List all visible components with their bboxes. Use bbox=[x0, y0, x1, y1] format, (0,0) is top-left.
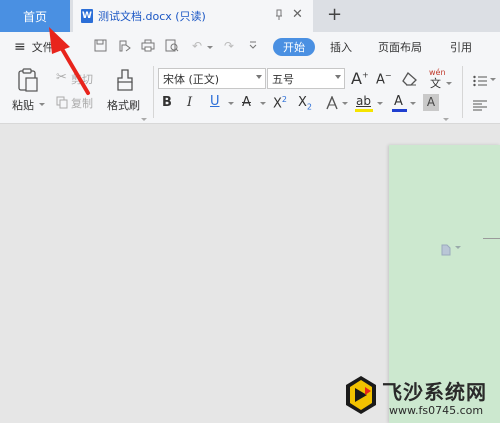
print-icon[interactable] bbox=[141, 39, 155, 53]
tab-home[interactable]: 首页 bbox=[0, 0, 70, 32]
strikethrough-button[interactable]: A bbox=[242, 95, 251, 110]
cut-button[interactable]: ✂ 剪切 bbox=[56, 70, 100, 88]
font-color-button[interactable]: A bbox=[392, 93, 408, 113]
text-effects-icon[interactable] bbox=[325, 95, 339, 114]
word-doc-icon: W bbox=[81, 9, 93, 23]
tab-document[interactable]: W 测试文档.docx (只读) ✕ bbox=[73, 0, 313, 32]
font-color-bar bbox=[392, 109, 407, 112]
paste-label: 粘贴 bbox=[12, 99, 34, 112]
undo-dropdown-icon[interactable] bbox=[207, 46, 213, 49]
chevron-down-icon bbox=[335, 75, 341, 79]
paste-button[interactable]: 粘贴 bbox=[12, 68, 45, 114]
highlight-button[interactable]: ab bbox=[355, 93, 375, 113]
format-painter-label: 格式刷 bbox=[107, 99, 140, 112]
paragraph-mark-dropdown-icon[interactable] bbox=[455, 246, 461, 249]
strikethrough-dropdown-icon[interactable] bbox=[260, 102, 266, 105]
phonetic-dropdown-icon[interactable] bbox=[446, 82, 452, 85]
grow-font-label: A bbox=[351, 69, 362, 88]
save-icon[interactable] bbox=[93, 39, 107, 53]
ribbon-separator bbox=[153, 66, 154, 118]
tab-home-label: 首页 bbox=[22, 9, 47, 24]
site-watermark: 飞沙系统网 www.fs0745.com bbox=[343, 373, 500, 423]
align-left-icon[interactable] bbox=[473, 97, 487, 116]
grow-font-button[interactable]: A+ bbox=[351, 69, 369, 88]
chevron-down-icon bbox=[256, 75, 262, 79]
undo-icon[interactable]: ↶ bbox=[190, 39, 204, 53]
watermark-name: 飞沙系统网 bbox=[382, 380, 487, 404]
bullet-list-dropdown-icon[interactable] bbox=[490, 78, 496, 81]
watermark-logo bbox=[346, 376, 376, 414]
paste-dropdown-icon[interactable] bbox=[39, 103, 45, 106]
tab-insert-label: 插入 bbox=[330, 40, 352, 54]
font-dialog-launcher[interactable] bbox=[443, 118, 449, 121]
file-menu-label: 文件 bbox=[31, 40, 54, 54]
cut-label: 剪切 bbox=[71, 73, 93, 86]
tab-references[interactable]: 引用 bbox=[450, 32, 472, 61]
font-color-icon: A bbox=[394, 94, 403, 109]
text-effects-dropdown-icon[interactable] bbox=[342, 102, 348, 105]
hamburger-icon: ≡ bbox=[14, 38, 26, 55]
tab-start-label: 开始 bbox=[283, 41, 305, 54]
tab-references-label: 引用 bbox=[450, 40, 472, 54]
underline-dropdown-icon[interactable] bbox=[228, 102, 234, 105]
export-pdf-icon[interactable] bbox=[117, 39, 131, 53]
file-menu[interactable]: ≡ 文件 bbox=[14, 32, 54, 61]
clipboard-dialog-launcher[interactable] bbox=[141, 118, 147, 121]
italic-button[interactable]: I bbox=[187, 95, 192, 110]
customize-toolbar-icon[interactable] bbox=[246, 39, 260, 53]
print-preview-icon[interactable] bbox=[165, 39, 179, 53]
eraser-icon[interactable] bbox=[402, 71, 418, 90]
copy-icon bbox=[56, 96, 68, 109]
new-tab-button[interactable]: + bbox=[327, 4, 342, 25]
redo-icon[interactable]: ↷ bbox=[222, 39, 236, 53]
copy-label: 复制 bbox=[71, 97, 93, 110]
phonetic-char-icon: 文 bbox=[430, 77, 441, 90]
watermark-url: www.fs0745.com bbox=[389, 404, 484, 417]
highlight-dropdown-icon[interactable] bbox=[377, 102, 383, 105]
menu-bar: ≡ 文件 ↶ ↷ 插入 页面布局 引用 bbox=[0, 32, 500, 61]
underline-button[interactable]: U bbox=[210, 94, 220, 109]
phonetic-guide-button[interactable]: wén 文 bbox=[428, 68, 454, 90]
copy-button[interactable]: 复制 bbox=[56, 94, 100, 112]
pin-icon[interactable] bbox=[274, 9, 284, 24]
shrink-font-label: A bbox=[376, 72, 385, 88]
font-color-dropdown-icon[interactable] bbox=[410, 102, 416, 105]
margin-guide-line bbox=[483, 238, 500, 239]
subscript-button[interactable]: X2 bbox=[298, 95, 312, 112]
font-size-select[interactable]: 五号 bbox=[267, 68, 345, 89]
char-shading-button[interactable]: A bbox=[423, 94, 439, 111]
paste-icon bbox=[18, 68, 38, 92]
bullet-list-icon[interactable] bbox=[473, 72, 487, 91]
scissors-icon: ✂ bbox=[56, 70, 67, 85]
tab-document-title: 测试文档.docx (只读) bbox=[98, 10, 206, 23]
font-name-value: 宋体 (正文) bbox=[163, 72, 220, 86]
tab-page-layout-label: 页面布局 bbox=[378, 40, 422, 54]
format-painter-button[interactable]: 格式刷 bbox=[106, 68, 146, 114]
font-name-select[interactable]: 宋体 (正文) bbox=[158, 68, 266, 89]
close-tab-icon[interactable]: ✕ bbox=[292, 7, 303, 22]
tab-bar: 首页 W 测试文档.docx (只读) ✕ + bbox=[0, 0, 500, 32]
bold-button[interactable]: B bbox=[162, 95, 172, 110]
highlighter-icon: ab bbox=[356, 94, 371, 108]
highlight-color-bar bbox=[355, 109, 373, 112]
font-size-value: 五号 bbox=[272, 72, 294, 86]
tab-start[interactable]: 开始 bbox=[273, 38, 315, 56]
tab-insert[interactable]: 插入 bbox=[330, 32, 352, 61]
paragraph-mark-icon[interactable] bbox=[441, 241, 451, 256]
ribbon-separator bbox=[462, 66, 463, 118]
shrink-font-button[interactable]: A− bbox=[376, 71, 392, 87]
tab-page-layout[interactable]: 页面布局 bbox=[378, 32, 422, 61]
superscript-button[interactable]: X2 bbox=[273, 95, 287, 111]
format-painter-icon bbox=[117, 69, 133, 91]
